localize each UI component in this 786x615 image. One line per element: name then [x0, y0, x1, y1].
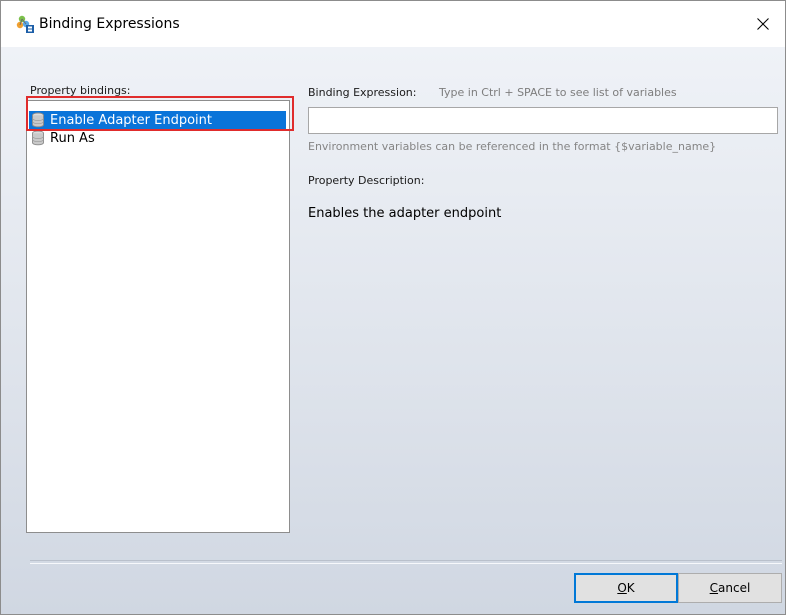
binding-expression-input[interactable]	[308, 107, 778, 134]
list-item-label: Enable Adapter Endpoint	[50, 112, 212, 128]
environment-variables-hint: Environment variables can be referenced …	[308, 140, 717, 153]
ok-button-label: K	[626, 581, 635, 595]
ok-button-mnemonic: O	[617, 581, 627, 595]
database-icon	[31, 130, 45, 146]
dialog-body: Property bindings: Enable Adapter Endpoi…	[1, 47, 785, 614]
footer-divider	[30, 560, 782, 564]
binding-expression-hint: Type in Ctrl + SPACE to see list of vari…	[439, 86, 677, 99]
list-item-enable-adapter-endpoint[interactable]: Enable Adapter Endpoint	[29, 111, 286, 129]
close-icon	[757, 15, 769, 34]
cancel-button[interactable]: Cancel	[678, 573, 782, 603]
binding-expression-label: Binding Expression:	[308, 86, 417, 99]
property-description-label: Property Description:	[308, 174, 425, 187]
list-item-run-as[interactable]: Run As	[29, 129, 229, 147]
property-bindings-label: Property bindings:	[30, 84, 131, 97]
title-bar[interactable]: Binding Expressions	[1, 1, 785, 47]
database-icon	[31, 112, 45, 128]
binding-expressions-app-icon	[15, 14, 35, 34]
ok-button[interactable]: OK	[574, 573, 678, 603]
binding-expressions-dialog: Binding Expressions Property bindings: E…	[0, 0, 786, 615]
window-title: Binding Expressions	[39, 16, 180, 32]
property-description-text: Enables the adapter endpoint	[308, 206, 502, 221]
cancel-button-mnemonic: C	[709, 581, 719, 595]
close-button[interactable]	[741, 1, 785, 47]
property-bindings-list[interactable]: Enable Adapter Endpoint Run As	[26, 100, 290, 533]
list-item-label: Run As	[50, 130, 95, 146]
cancel-button-label: ancel	[718, 581, 751, 595]
